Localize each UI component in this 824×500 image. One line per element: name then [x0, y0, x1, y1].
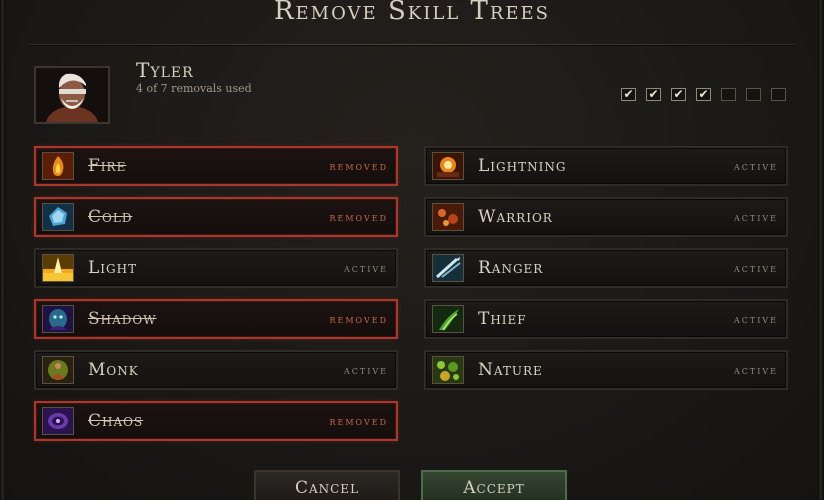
skill-label: Shadow — [88, 309, 157, 329]
removal-slot-checkbox — [721, 88, 736, 101]
skill-tree-shadow[interactable]: Shadow removed — [34, 299, 398, 339]
status-badge: active — [733, 210, 778, 224]
skill-tree-chaos[interactable]: Chaos removed — [34, 401, 398, 441]
skill-label: Cold — [88, 207, 133, 227]
skill-tree-warrior[interactable]: Warrior active — [424, 197, 788, 237]
ranger-icon — [432, 254, 464, 282]
status-badge: removed — [329, 414, 388, 428]
fire-icon — [42, 152, 74, 180]
skill-tree-fire[interactable]: Fire removed — [34, 146, 398, 186]
lightning-icon — [432, 152, 464, 180]
nature-icon — [432, 356, 464, 384]
skill-tree-light[interactable]: Light active — [34, 248, 398, 288]
skill-label: Monk — [88, 360, 139, 380]
skill-label: Lightning — [478, 156, 567, 176]
cancel-button[interactable]: Cancel — [254, 470, 400, 500]
removal-slot-checkbox: ✔ — [646, 88, 661, 101]
skill-label: Fire — [88, 156, 127, 176]
status-badge: removed — [329, 159, 388, 173]
skill-label: Thief — [478, 309, 527, 329]
status-badge: removed — [329, 210, 388, 224]
light-icon — [42, 254, 74, 282]
removal-slot-checkbox: ✔ — [671, 88, 686, 101]
chaos-icon — [42, 407, 74, 435]
character-portrait — [34, 66, 110, 124]
accept-button[interactable]: Accept — [421, 470, 567, 500]
skill-label: Nature — [478, 360, 543, 380]
status-badge: active — [343, 261, 388, 275]
dialog-title: Remove Skill Trees — [273, 0, 551, 26]
character-name: Tyler — [136, 58, 194, 82]
thief-icon — [432, 305, 464, 333]
removal-slot-checkbox: ✔ — [696, 88, 711, 101]
cold-icon — [42, 203, 74, 231]
skill-label: Warrior — [478, 207, 553, 227]
skill-label: Chaos — [88, 411, 144, 431]
warrior-icon — [432, 203, 464, 231]
remove-skill-trees-dialog: Remove Skill Trees Tyler 4 of 7 removals… — [0, 0, 824, 500]
dialog-frame-left — [0, 0, 6, 500]
removal-slots: ✔ ✔ ✔ ✔ — [621, 88, 786, 101]
status-badge: active — [733, 363, 778, 377]
removal-slot-checkbox — [746, 88, 761, 101]
skill-label: Ranger — [478, 258, 544, 278]
skill-tree-cold[interactable]: Cold removed — [34, 197, 398, 237]
shadow-icon — [42, 305, 74, 333]
dialog-frame-right — [818, 0, 824, 500]
status-badge: active — [733, 312, 778, 326]
skill-tree-thief[interactable]: Thief active — [424, 299, 788, 339]
monk-icon — [42, 356, 74, 384]
skill-tree-monk[interactable]: Monk active — [34, 350, 398, 390]
removal-slot-checkbox: ✔ — [621, 88, 636, 101]
title-divider — [28, 44, 796, 46]
skill-tree-ranger[interactable]: Ranger active — [424, 248, 788, 288]
status-badge: active — [343, 363, 388, 377]
removals-used-text: 4 of 7 removals used — [136, 82, 252, 95]
removal-slot-checkbox — [771, 88, 786, 101]
skill-tree-lightning[interactable]: Lightning active — [424, 146, 788, 186]
skill-tree-nature[interactable]: Nature active — [424, 350, 788, 390]
status-badge: active — [733, 159, 778, 173]
status-badge: active — [733, 261, 778, 275]
skill-label: Light — [88, 258, 138, 278]
status-badge: removed — [329, 312, 388, 326]
